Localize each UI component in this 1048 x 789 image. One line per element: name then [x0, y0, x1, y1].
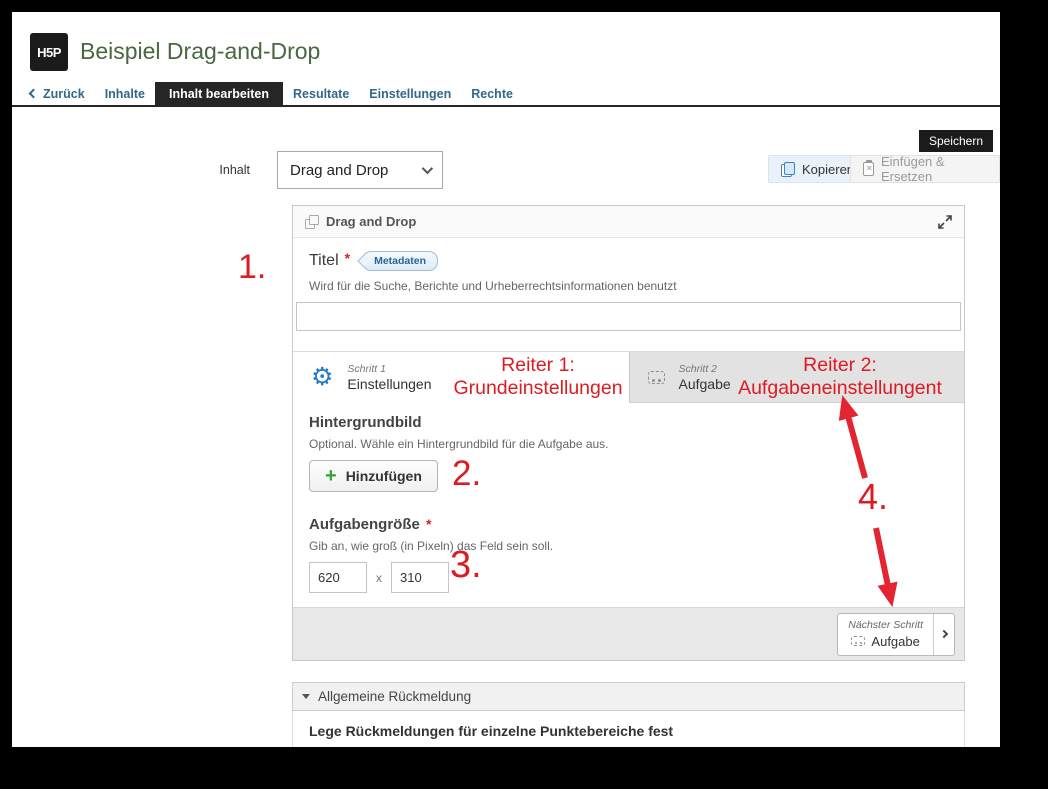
- title-input[interactable]: [296, 302, 961, 331]
- annotation-tab2-note: Reiter 2: Aufgabeneinstellungent: [718, 354, 962, 400]
- editor-panel: Drag and Drop Titel * Metadaten Wird für…: [292, 205, 965, 661]
- chevron-right-icon: [940, 630, 948, 638]
- size-separator: x: [376, 571, 382, 585]
- annotation-tab2-line2: Aufgabeneinstellungent: [738, 377, 942, 399]
- app-page: H5P Beispiel Drag-and-Drop Zurück Inhalt…: [12, 12, 1000, 747]
- plus-icon: +: [325, 466, 337, 486]
- content-type-select[interactable]: Drag and Drop: [277, 151, 443, 189]
- task-size-label-text: Aufgabengröße: [309, 516, 420, 533]
- task-width-input[interactable]: [309, 562, 367, 593]
- required-mark: *: [426, 516, 431, 532]
- task-size-description: Gib an, wie groß (in Pixeln) das Feld se…: [309, 539, 948, 553]
- paste-label: Einfügen & Ersetzen: [881, 154, 987, 184]
- background-image-label: Hintergrundbild: [309, 414, 948, 431]
- required-mark: *: [345, 250, 350, 266]
- settings-tab-content: Hintergrundbild Optional. Wähle ein Hint…: [293, 404, 964, 607]
- chevron-left-icon: [29, 89, 39, 99]
- page-title: Beispiel Drag-and-Drop: [80, 38, 320, 65]
- main-nav: Zurück Inhalte Inhalt bearbeiten Resulta…: [12, 82, 1000, 107]
- nav-back-link[interactable]: Zurück: [20, 82, 95, 105]
- title-field-label: Titel: [309, 252, 339, 270]
- paste-icon: [863, 162, 874, 176]
- nav-item-resultate[interactable]: Resultate: [283, 82, 359, 105]
- next-step-caption: Nächster Schritt: [848, 619, 923, 631]
- nav-item-inhalt-bearbeiten[interactable]: Inhalt bearbeiten: [155, 82, 283, 105]
- title-field-section: Titel * Metadaten Wird für die Suche, Be…: [293, 238, 964, 351]
- step2-label: Aufgabe: [679, 376, 731, 392]
- h5p-logo: H5P: [30, 33, 68, 71]
- collapse-caret-icon: [302, 694, 310, 699]
- step1-label: Einstellungen: [347, 376, 431, 392]
- task-size-label: Aufgabengröße *: [309, 516, 948, 533]
- content-label: Inhalt: [142, 163, 250, 177]
- drag-drop-content-icon: [305, 215, 318, 228]
- save-button[interactable]: Speichern: [919, 130, 993, 152]
- wizard-footer: Nächster Schritt Aufgabe: [293, 607, 964, 660]
- task-height-input[interactable]: [391, 562, 449, 593]
- add-button-label: Hinzufügen: [346, 468, 422, 484]
- nav-back-label: Zurück: [43, 87, 85, 101]
- editor-panel-title: Drag and Drop: [326, 214, 416, 229]
- chevron-down-icon: [422, 163, 433, 174]
- editor-panel-header: Drag and Drop: [293, 206, 964, 238]
- add-background-image-button[interactable]: + Hinzufügen: [309, 460, 438, 492]
- content-type-value: Drag and Drop: [290, 162, 388, 179]
- annotation-tab1-line2: Grundeinstellungen: [453, 377, 622, 399]
- annotation-tab2-line1: Reiter 2:: [803, 354, 877, 376]
- annotation-tab1-line1: Reiter 1:: [501, 354, 575, 376]
- nav-item-einstellungen[interactable]: Einstellungen: [359, 82, 461, 105]
- general-feedback-title: Allgemeine Rückmeldung: [318, 689, 471, 704]
- annotation-number-1: 1.: [238, 248, 266, 287]
- copy-icon: [781, 162, 795, 177]
- step1-caption: Schritt 1: [347, 363, 431, 375]
- paste-replace-button[interactable]: Einfügen & Ersetzen: [850, 155, 1000, 183]
- nav-item-rechte[interactable]: Rechte: [461, 82, 523, 105]
- task-size-section: Aufgabengröße * Gib an, wie groß (in Pix…: [309, 516, 948, 593]
- tab-einstellungen[interactable]: ⚙ Schritt 1 Einstellungen Reiter 1: Grun…: [293, 352, 629, 403]
- general-feedback-header[interactable]: Allgemeine Rückmeldung: [292, 682, 965, 711]
- next-step-chevron[interactable]: [933, 614, 954, 655]
- nav-item-inhalte[interactable]: Inhalte: [95, 82, 155, 105]
- next-step-button[interactable]: Nächster Schritt Aufgabe: [837, 613, 955, 656]
- title-field-description: Wird für die Suche, Berichte und Urheber…: [309, 279, 948, 293]
- metadata-button[interactable]: Metadaten: [362, 251, 438, 271]
- fullscreen-toggle-button[interactable]: [938, 215, 952, 229]
- background-image-description: Optional. Wähle ein Hintergrundbild für …: [309, 437, 948, 451]
- gear-icon: ⚙: [311, 365, 333, 390]
- expand-icon: [938, 215, 952, 229]
- general-feedback-text: Lege Rückmeldungen für einzelne Punktebe…: [309, 723, 948, 739]
- drag-drop-task-icon: [851, 636, 865, 646]
- step-tabs: ⚙ Schritt 1 Einstellungen Reiter 1: Grun…: [293, 351, 964, 403]
- general-feedback-body: Lege Rückmeldungen für einzelne Punktebe…: [292, 711, 965, 747]
- next-step-label: Aufgabe: [871, 634, 919, 649]
- copy-label: Kopieren: [802, 162, 854, 177]
- tab-aufgabe[interactable]: Schritt 2 Aufgabe Reiter 2: Aufgabeneins…: [629, 352, 965, 403]
- step2-caption: Schritt 2: [679, 363, 731, 375]
- annotation-tab1-note: Reiter 1: Grundeinstellungen: [443, 354, 633, 400]
- drag-drop-task-icon: [648, 371, 665, 384]
